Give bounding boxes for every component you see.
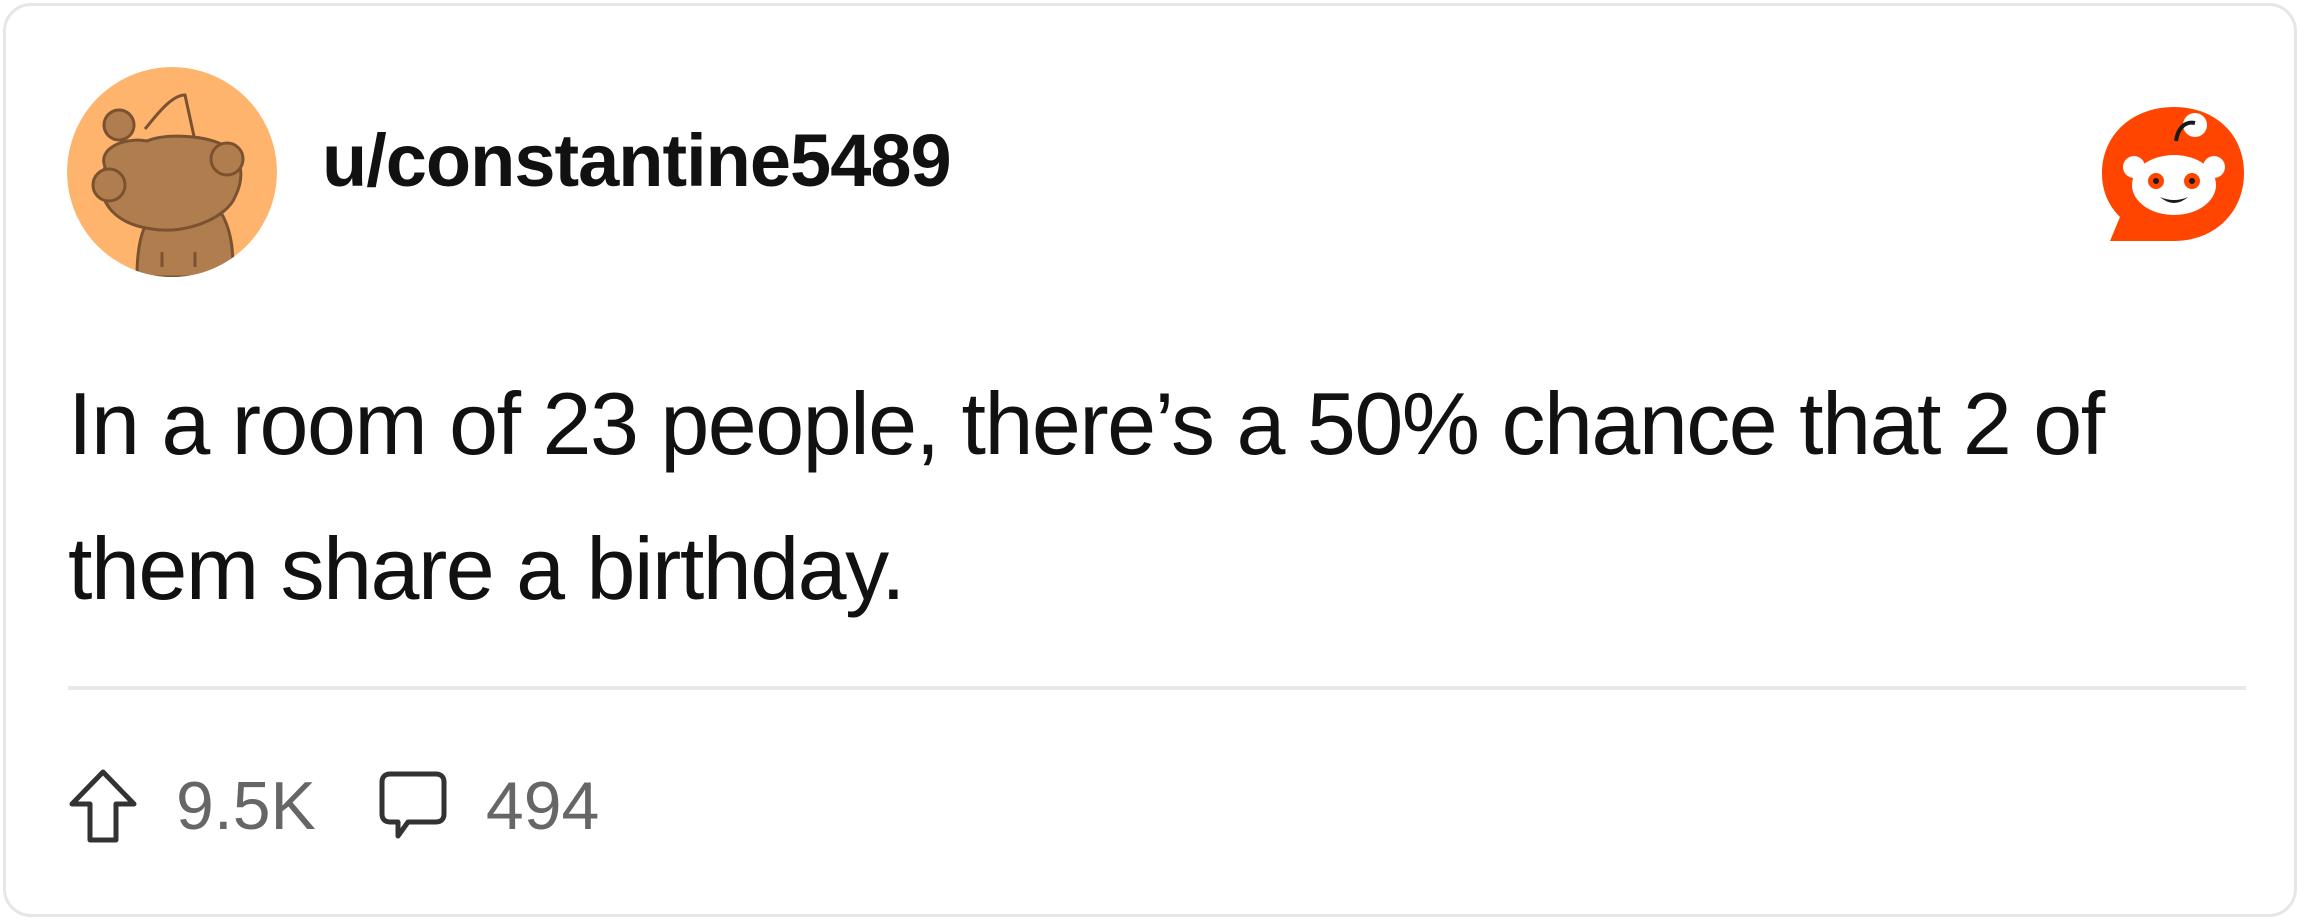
- avatar-icon[interactable]: [67, 67, 277, 277]
- comment-count: 494: [485, 768, 600, 844]
- post-text: In a room of 23 people, there’s a 50% ch…: [68, 374, 2105, 618]
- reddit-logo-icon: [2098, 101, 2250, 251]
- upvote-button[interactable]: 9.5K: [68, 767, 316, 845]
- comments-button[interactable]: 494: [378, 767, 599, 845]
- username[interactable]: u/constantine5489: [322, 124, 952, 198]
- post-card[interactable]: u/constantine5489 In a room of 23 people…: [3, 3, 2297, 917]
- divider: [68, 686, 2246, 690]
- post-stats: 9.5K 494: [68, 766, 599, 846]
- upvote-count: 9.5K: [176, 768, 316, 844]
- comment-bubble-icon[interactable]: [378, 770, 448, 842]
- upvote-arrow-icon[interactable]: [68, 768, 138, 844]
